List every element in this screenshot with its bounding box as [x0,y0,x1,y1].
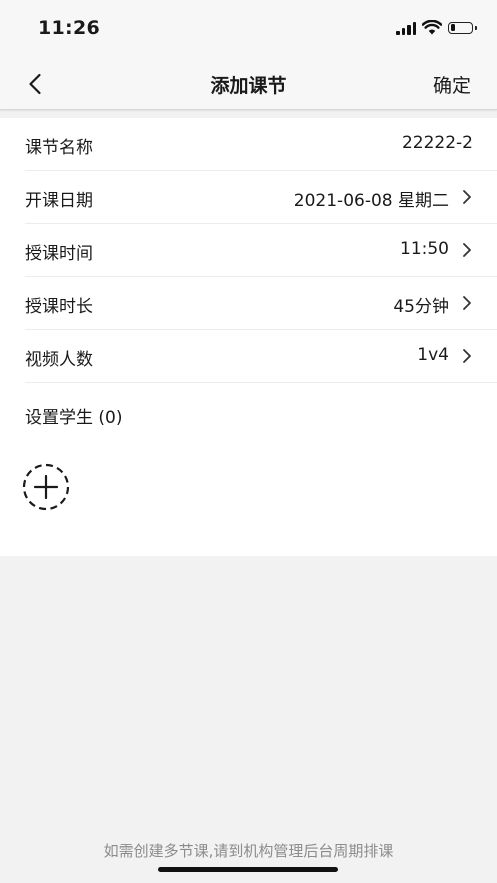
row-value: 2021-06-08 星期二 [293,191,449,211]
chevron-right-icon [463,349,471,363]
students-section-label: 设置学生 (0) [25,408,123,428]
row-value: 45分钟 [393,297,449,317]
row-value: 1v4 [417,345,449,365]
status-bar: 11:26 [0,0,497,58]
row-value: 11:50 [400,239,449,259]
chevron-right-icon [463,296,471,310]
add-circle-dashed-icon [22,463,70,511]
chevron-right-icon [463,190,471,204]
row-label: 视频人数 [25,350,93,370]
add-student-button[interactable] [22,463,70,511]
form-row-duration[interactable]: 授课时长 45分钟 [25,277,497,330]
row-label: 授课时间 [25,244,93,264]
navigation-bar: 添加课节 确定 [0,58,497,110]
form-row-class-time[interactable]: 授课时间 11:50 [25,224,497,277]
form-row-video-participants[interactable]: 视频人数 1v4 [25,330,497,383]
battery-icon [448,21,477,34]
row-label: 开课日期 [25,191,93,211]
footer-hint: 如需创建多节课,请到机构管理后台周期排课 [103,842,394,860]
row-label: 课节名称 [25,138,93,158]
form-row-lesson-name[interactable]: 课节名称 22222-2 [25,118,497,171]
chevron-right-icon [463,243,471,257]
row-label: 授课时长 [25,297,93,317]
home-indicator [158,867,338,872]
status-time: 11:26 [38,17,100,39]
status-icons [396,20,477,35]
row-value: 22222-2 [401,133,473,153]
page-title: 添加课节 [210,75,287,97]
cellular-signal-icon [396,21,416,35]
form-row-start-date[interactable]: 开课日期 2021-06-08 星期二 [25,171,497,224]
lesson-form: 课节名称 22222-2 开课日期 2021-06-08 星期二 授课时间 11… [0,118,497,556]
wifi-icon [422,20,442,35]
confirm-button[interactable]: 确定 [433,71,471,98]
battery-level [450,24,456,31]
